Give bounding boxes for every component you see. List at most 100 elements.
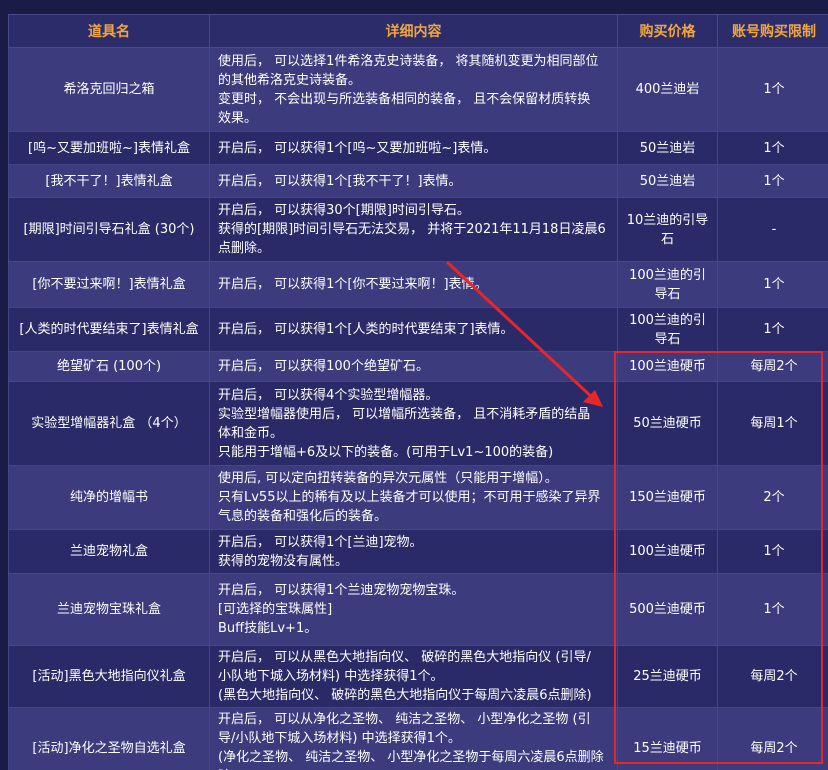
price-line: 100兰迪的引 xyxy=(629,267,706,283)
price-line: 100兰迪硬币 xyxy=(629,359,706,374)
item-name-cell: [人类的时代要结束了]表情礼盒 xyxy=(8,307,210,352)
item-limit-cell: 1个 xyxy=(717,131,828,165)
table-row: 兰迪宠物礼盒 开启后， 可以获得1个[兰迪]宠物。 获得的宠物没有属性。 100兰迪硬… xyxy=(8,529,828,574)
table-row: [你不要过来啊！]表情礼盒 开启后， 可以获得1个[你不要过来啊！]表情。 100兰… xyxy=(8,261,828,308)
item-name-cell: [期限]时间引导石礼盒 (30个) xyxy=(8,197,210,262)
item-price-cell: 150兰迪硬币 xyxy=(617,465,718,530)
detail-line: 小队地下城入场材料) 中选择获得1个。 xyxy=(218,669,444,684)
table-row: 实验型增幅器礼盒 （4个） 开启后， 可以获得4个实验型增幅器。 实验型增幅器使用后… xyxy=(8,381,828,466)
table-row: [活动]净化之圣物自选礼盒 开启后， 可以从净化之圣物、 纯洁之圣物、 小型净化之… xyxy=(8,707,828,770)
page: 道具名 详细内容 购买价格 账号购买限制 希洛克回归之箱 使用后， 可以选择1件希… xyxy=(0,0,828,770)
detail-line: 获得的宠物没有属性。 xyxy=(218,553,349,569)
header-account-limit: 账号购买限制 xyxy=(717,14,828,48)
table-row: 希洛克回归之箱 使用后， 可以选择1件希洛克史诗装备， 将其随机变更为相同部位 的其… xyxy=(8,47,828,132)
table-header-row: 道具名 详细内容 购买价格 账号购买限制 xyxy=(8,14,828,48)
detail-line: 开启后， 可以获得1个[你不要过来啊！]表情。 xyxy=(218,277,488,292)
table-row: [活动]黑色大地指向仪礼盒 开启后， 可以从黑色大地指向仪、 破碎的黑色大地指向仪… xyxy=(8,645,828,708)
detail-line: 点删除。 xyxy=(218,241,271,256)
item-detail-cell: 使用后, 可以定向扭转装备的异次元属性（只能用于增幅）。只有Lv55以上的稀有及… xyxy=(209,465,618,530)
detail-line: 变更时， 不会出现与所选装备相同的装备， 且不会保留材质转换 xyxy=(218,91,591,107)
detail-line: 气息的装备和强化后的装备。 xyxy=(218,509,388,524)
item-detail-cell: 开启后， 可以获得1个[我不干了！]表情。 xyxy=(209,164,618,198)
item-limit-cell: 2个 xyxy=(717,465,828,530)
detail-line: 获得的[期限]时间引导石无法交易， 并将于2021年11月18日凌晨6 xyxy=(218,222,606,237)
detail-line: 只能用于增幅+6及以下的装备。(可用于Lv1~100的装备) xyxy=(218,444,554,460)
item-limit-cell: 1个 xyxy=(717,47,828,132)
item-limit-cell: 1个 xyxy=(717,261,828,308)
detail-line: 开启后， 可以获得100个绝望矿石。 xyxy=(218,359,429,374)
item-limit-cell: 1个 xyxy=(717,529,828,574)
item-limit-cell: 1个 xyxy=(717,307,828,352)
item-price-cell: 50兰迪岩 xyxy=(617,164,718,198)
price-line: 50兰迪岩 xyxy=(639,140,696,156)
table-row: [期限]时间引导石礼盒 (30个) 开启后， 可以获得30个[期限]时间引导石。获… xyxy=(8,197,828,262)
price-line: 10兰迪的引导 xyxy=(626,212,709,228)
price-line: 150兰迪硬币 xyxy=(629,490,706,505)
detail-line: 开启后， 可以获得1个兰迪宠物宠物宝珠。 xyxy=(218,583,465,598)
table-row: 纯净的增幅书 使用后, 可以定向扭转装备的异次元属性（只能用于增幅）。只有Lv55… xyxy=(8,465,828,530)
detail-line: 开启后， 可以获得1个[人类的时代要结束了]表情。 xyxy=(218,322,514,337)
detail-line: 开启后， 可以获得1个[我不干了！]表情。 xyxy=(218,173,462,189)
detail-line: Buff技能Lv+1。 xyxy=(218,621,318,636)
detail-line: 的其他希洛克史诗装备。 xyxy=(218,72,362,88)
item-price-cell: 50兰迪硬币 xyxy=(617,381,718,466)
item-detail-cell: 开启后， 可以获得1个[人类的时代要结束了]表情。 xyxy=(209,307,618,352)
item-name-cell: [活动]黑色大地指向仪礼盒 xyxy=(8,645,210,708)
price-line: 50兰迪岩 xyxy=(639,173,696,189)
table-row: [人类的时代要结束了]表情礼盒 开启后， 可以获得1个[人类的时代要结束了]表情。… xyxy=(8,307,828,352)
item-price-cell: 15兰迪硬币 xyxy=(617,707,718,770)
item-limit-cell: 1个 xyxy=(717,164,828,198)
detail-line: (净化之圣物、 纯洁之圣物、 小型净化之圣物于每周六凌晨6点删除 xyxy=(218,750,604,765)
item-price-cell: 25兰迪硬币 xyxy=(617,645,718,708)
price-line: 导石 xyxy=(654,286,681,302)
detail-line: 使用后, 可以定向扭转装备的异次元属性（只能用于增幅）。 xyxy=(218,471,558,486)
detail-line: [可选择的宝珠属性] xyxy=(218,602,333,617)
item-name-cell: 纯净的增幅书 xyxy=(8,465,210,530)
price-line: 400兰迪岩 xyxy=(635,82,700,97)
item-price-cell: 100兰迪硬币 xyxy=(617,351,718,382)
detail-line: 只有Lv55以上的稀有及以上装备才可以使用；不可用于感染了异界 xyxy=(218,490,601,505)
detail-line: (黑色大地指向仪、 破碎的黑色大地指向仪于每周六凌晨6点删除) xyxy=(218,688,592,703)
item-name-cell: [呜~又要加班啦~]表情礼盒 xyxy=(8,131,210,165)
detail-line: 效果。 xyxy=(218,110,258,126)
item-detail-cell: 开启后， 可以获得4个实验型增幅器。实验型增幅器使用后， 可以增幅所选装备， 且… xyxy=(209,381,618,466)
item-limit-cell: - xyxy=(717,197,828,262)
item-limit-cell: 每周2个 xyxy=(717,645,828,708)
item-name-cell: 绝望矿石 (100个) xyxy=(8,351,210,382)
item-price-cell: 100兰迪硬币 xyxy=(617,529,718,574)
detail-line: 开启后， 可以获得4个实验型增幅器。 xyxy=(218,387,439,403)
item-table: 道具名 详细内容 购买价格 账号购买限制 希洛克回归之箱 使用后， 可以选择1件希… xyxy=(8,14,828,770)
item-detail-cell: 使用后， 可以选择1件希洛克史诗装备， 将其随机变更为相同部位 的其他希洛克史诗装… xyxy=(209,47,618,132)
top-background xyxy=(8,0,828,14)
price-line: 500兰迪硬币 xyxy=(629,602,706,617)
item-name-cell: [活动]净化之圣物自选礼盒 xyxy=(8,707,210,770)
item-price-cell: 400兰迪岩 xyxy=(617,47,718,132)
item-name-cell: 希洛克回归之箱 xyxy=(8,47,210,132)
item-price-cell: 50兰迪岩 xyxy=(617,131,718,165)
item-limit-cell: 每周1个 xyxy=(717,381,828,466)
item-price-cell: 100兰迪的引 导石 xyxy=(617,261,718,308)
detail-line: 开启后， 可以获得1个[呜~又要加班啦~]表情。 xyxy=(218,140,497,156)
header-item-name: 道具名 xyxy=(8,14,210,48)
item-name-cell: [你不要过来啊！]表情礼盒 xyxy=(8,261,210,308)
table-row: 绝望矿石 (100个) 开启后， 可以获得100个绝望矿石。 100兰迪硬币 每周2个 xyxy=(8,351,828,382)
item-name-cell: 兰迪宠物宝珠礼盒 xyxy=(8,573,210,646)
header-price: 购买价格 xyxy=(617,14,718,48)
item-name-cell: 兰迪宠物礼盒 xyxy=(8,529,210,574)
price-line: 100兰迪硬币 xyxy=(629,544,706,559)
detail-line: 实验型增幅器使用后， 可以增幅所选装备， 且不消耗矛盾的结晶 xyxy=(218,406,591,422)
item-detail-cell: 开启后， 可以获得1个[你不要过来啊！]表情。 xyxy=(209,261,618,308)
item-detail-cell: 开启后， 可以获得1个兰迪宠物宠物宝珠。 [可选择的宝珠属性] Buff技能Lv+1… xyxy=(209,573,618,646)
price-line: 15兰迪硬币 xyxy=(633,740,702,756)
table-row: [呜~又要加班啦~]表情礼盒 开启后， 可以获得1个[呜~又要加班啦~]表情。 50… xyxy=(8,131,828,165)
table-row: 兰迪宠物宝珠礼盒 开启后， 可以获得1个兰迪宠物宠物宝珠。 [可选择的宝珠属性] Bu… xyxy=(8,573,828,646)
price-line: 100兰迪的引 xyxy=(629,312,706,328)
item-limit-cell: 1个 xyxy=(717,573,828,646)
price-line: 50兰迪硬币 xyxy=(633,416,702,431)
item-detail-cell: 开启后， 可以从净化之圣物、 纯洁之圣物、 小型净化之圣物 (引 导/小队地下城入… xyxy=(209,707,618,770)
detail-line: 开启后， 可以获得1个[兰迪]宠物。 xyxy=(218,534,423,550)
item-detail-cell: 开启后， 可以获得1个[呜~又要加班啦~]表情。 xyxy=(209,131,618,165)
item-limit-cell: 每周2个 xyxy=(717,351,828,382)
item-name-cell: [我不干了！]表情礼盒 xyxy=(8,164,210,198)
item-detail-cell: 开启后， 可以从黑色大地指向仪、 破碎的黑色大地指向仪 (引导/小队地下城入场材… xyxy=(209,645,618,708)
